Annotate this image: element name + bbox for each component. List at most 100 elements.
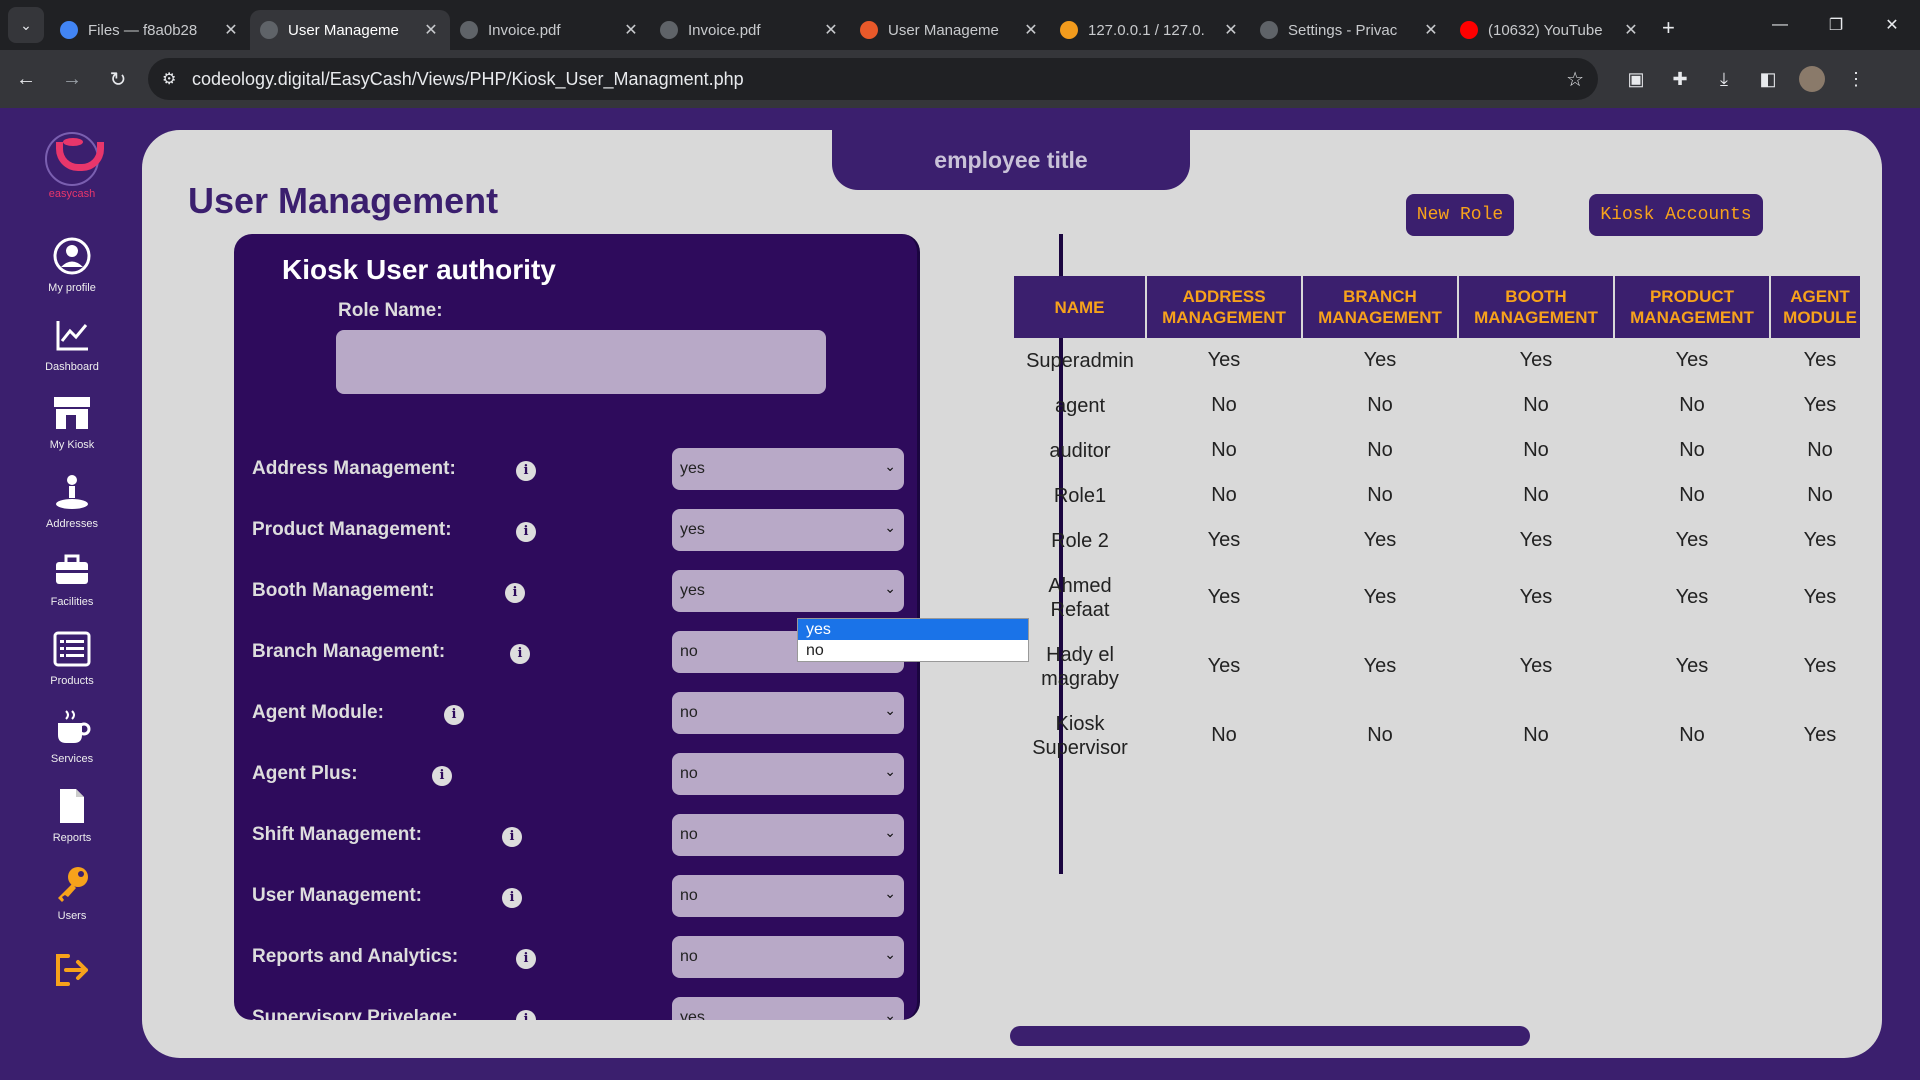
- reload-icon[interactable]: ↻: [98, 59, 138, 99]
- reports-and-analytics-select[interactable]: no ⌄: [672, 936, 904, 978]
- select-value: no: [680, 887, 698, 904]
- permission-cell: No: [1211, 484, 1237, 506]
- close-tab-icon[interactable]: ✕: [1622, 20, 1640, 40]
- logout-button[interactable]: [22, 948, 122, 992]
- briefcase-icon: [50, 548, 94, 592]
- table-row[interactable]: Role1 No No No No No: [1014, 473, 1860, 518]
- back-icon[interactable]: ←: [6, 59, 46, 99]
- browser-tab[interactable]: (10632) YouTube ✕: [1450, 10, 1650, 50]
- info-icon[interactable]: i: [502, 827, 522, 847]
- browser-tab[interactable]: 127.0.0.1 / 127.0. ✕: [1050, 10, 1250, 50]
- download-icon[interactable]: ⤓: [1702, 59, 1746, 99]
- sidebar-item-label: My profile: [48, 282, 96, 294]
- close-tab-icon[interactable]: ✕: [1022, 20, 1040, 40]
- app-root: easycash My profile Dashboard My Kiosk Addr…: [0, 108, 1920, 1080]
- sidebar-item-my-kiosk[interactable]: My Kiosk: [22, 391, 122, 451]
- forward-icon[interactable]: →: [52, 59, 92, 99]
- table-row[interactable]: Superadmin Yes Yes Yes Yes Yes: [1014, 338, 1860, 383]
- close-tab-icon[interactable]: ✕: [222, 20, 240, 40]
- info-icon[interactable]: i: [444, 705, 464, 725]
- close-tab-icon[interactable]: ✕: [622, 20, 640, 40]
- tab-title: User Manageme: [288, 21, 399, 39]
- permission-cell: No: [1523, 439, 1549, 461]
- close-tab-icon[interactable]: ✕: [1222, 20, 1240, 40]
- supervisory-privelage-select[interactable]: yes ⌄: [672, 997, 904, 1020]
- info-icon[interactable]: i: [516, 1010, 536, 1020]
- sidepanel-icon[interactable]: ◧: [1746, 59, 1790, 99]
- table-row[interactable]: Kiosk Supervisor No No No No Yes: [1014, 701, 1860, 770]
- role-name-cell: Hady el magraby: [1041, 643, 1119, 690]
- browser-tab[interactable]: Invoice.pdf ✕: [650, 10, 850, 50]
- agent-module-select[interactable]: no ⌄: [672, 692, 904, 734]
- booth-management-select[interactable]: yes ⌄: [672, 570, 904, 612]
- address-bar[interactable]: ⚙ codeology.digital/EasyCash/Views/PHP/K…: [148, 58, 1598, 100]
- kiosk-accounts-button[interactable]: Kiosk Accounts: [1589, 194, 1763, 236]
- permission-label: Agent Module:: [252, 702, 384, 723]
- info-icon[interactable]: i: [502, 888, 522, 908]
- site-icon: [860, 21, 878, 39]
- chevron-down-icon: ⌄: [884, 1007, 896, 1020]
- sidebar-item-products[interactable]: Products: [22, 627, 122, 687]
- browser-tab[interactable]: User Manageme ✕: [850, 10, 1050, 50]
- restore-icon[interactable]: ❐: [1808, 0, 1864, 50]
- select-value: no: [680, 704, 698, 721]
- info-icon[interactable]: i: [432, 766, 452, 786]
- table-row[interactable]: Ahmed Refaat Yes Yes Yes Yes Yes: [1014, 563, 1860, 632]
- chart-icon: [50, 313, 94, 357]
- roles-table-container: NAME ADDRESS MANAGEMENT BRANCH MANAGEMENT B…: [1014, 276, 1860, 896]
- close-tab-icon[interactable]: ✕: [822, 20, 840, 40]
- table-row[interactable]: Hady el magraby Yes Yes Yes Yes Yes: [1014, 632, 1860, 701]
- sidebar-item-services[interactable]: Services: [22, 705, 122, 765]
- sidebar-item-facilities[interactable]: Facilities: [22, 548, 122, 608]
- extensions-icon[interactable]: ✚: [1658, 59, 1702, 99]
- coffee-icon: [50, 705, 94, 749]
- screenshot-icon[interactable]: ▣: [1614, 59, 1658, 99]
- new-tab-button[interactable]: +: [1662, 15, 1675, 41]
- dropdown-option-no[interactable]: no: [798, 640, 1028, 661]
- sidebar-item-dashboard[interactable]: Dashboard: [22, 313, 122, 373]
- sidebar-item-my-profile[interactable]: My profile: [22, 234, 122, 294]
- table-horizontal-scrollbar[interactable]: [1010, 1026, 1530, 1046]
- logout-icon: [50, 948, 94, 992]
- role-name-input[interactable]: [336, 330, 826, 394]
- close-window-icon[interactable]: ✕: [1864, 0, 1920, 50]
- address-management-select[interactable]: yes ⌄: [672, 448, 904, 490]
- info-icon[interactable]: i: [516, 949, 536, 969]
- easycash-logo[interactable]: easycash: [42, 132, 104, 200]
- info-icon[interactable]: i: [516, 522, 536, 542]
- menu-icon[interactable]: ⋮: [1834, 59, 1878, 99]
- permission-cell: No: [1367, 394, 1393, 416]
- user-management-select[interactable]: no ⌄: [672, 875, 904, 917]
- new-role-button[interactable]: New Role: [1406, 194, 1514, 236]
- permission-cell: No: [1211, 394, 1237, 416]
- info-icon[interactable]: i: [516, 461, 536, 481]
- close-tab-icon[interactable]: ✕: [1422, 20, 1440, 40]
- table-row[interactable]: agent No No No No Yes: [1014, 383, 1860, 428]
- product-management-select[interactable]: yes ⌄: [672, 509, 904, 551]
- role-name-cell: agent: [1054, 394, 1106, 417]
- tab-search-button[interactable]: ⌄: [8, 7, 44, 43]
- sidebar-item-users[interactable]: Users: [22, 862, 122, 922]
- dropdown-option-yes[interactable]: yes: [798, 619, 1028, 640]
- chevron-down-icon: ⌄: [884, 580, 896, 596]
- browser-tab[interactable]: User Manageme ✕: [250, 10, 450, 50]
- sidebar-item-addresses[interactable]: Addresses: [22, 470, 122, 530]
- site-info-icon[interactable]: ⚙: [162, 69, 192, 89]
- browser-tab[interactable]: Files — f8a0b28 ✕: [50, 10, 250, 50]
- close-tab-icon[interactable]: ✕: [422, 20, 440, 40]
- employee-title: employee title: [832, 126, 1190, 190]
- table-row[interactable]: auditor No No No No No: [1014, 428, 1860, 473]
- permission-cell: No: [1679, 394, 1705, 416]
- info-icon[interactable]: i: [505, 583, 525, 603]
- agent-plus-select[interactable]: no ⌄: [672, 753, 904, 795]
- browser-tab[interactable]: Settings - Privac ✕: [1250, 10, 1450, 50]
- sidebar-item-reports[interactable]: Reports: [22, 784, 122, 844]
- table-row[interactable]: Role 2 Yes Yes Yes Yes Yes: [1014, 518, 1860, 563]
- bookmark-star-icon[interactable]: ☆: [1566, 67, 1584, 92]
- minimize-icon[interactable]: —: [1752, 0, 1808, 50]
- profile-avatar[interactable]: [1799, 66, 1825, 92]
- info-icon[interactable]: i: [510, 644, 530, 664]
- shift-management-select[interactable]: no ⌄: [672, 814, 904, 856]
- tab-title: Invoice.pdf: [488, 21, 561, 39]
- browser-tab[interactable]: Invoice.pdf ✕: [450, 10, 650, 50]
